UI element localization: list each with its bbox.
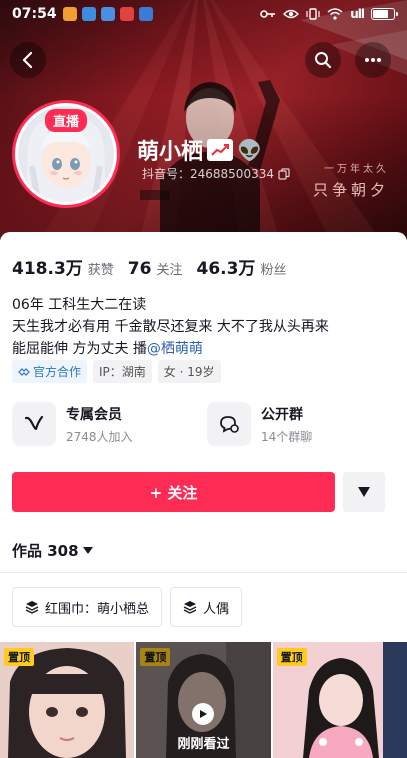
triangle-down-icon [358,487,370,497]
just-watched-label: 刚刚看过 [177,737,230,752]
service-subtitle: 14个群聊 [261,429,313,444]
action-row: + 关注 [12,472,385,512]
public-group-entry[interactable]: 公开群 14个群聊 [207,402,402,446]
works-tab[interactable]: 作品 308 [12,540,93,561]
nickname-text: 萌小栖 [137,140,204,165]
banner-slogan: 一万年太久 只争朝夕 [313,160,389,200]
bio-mention-link[interactable]: @栖萌萌 [147,341,203,357]
stat-likes[interactable]: 418.3万 获赞 [12,254,114,279]
membership-v-icon [12,402,56,446]
copy-icon[interactable] [278,167,290,180]
service-subtitle: 2748人加入 [66,429,133,444]
signal-icon: ull [350,7,365,21]
slogan-large: 只争朝夕 [312,181,389,199]
notification-app-icon [62,7,77,21]
profile-tags: 官方合作 IP：湖南 女 · 19岁 [12,360,221,383]
status-bar: 07:54 ull [0,0,407,28]
collection-chip[interactable]: 红围巾：萌小栖总 [12,587,163,627]
stat-label: 获赞 [87,263,114,278]
profile-card: 418.3万 获赞 76 关注 46.3万 粉丝 06年 工科生大二在读 天生我… [0,232,407,758]
divider [0,572,407,573]
services-row: 专属会员 2748人加入 公开群 14个群聊 [12,402,402,446]
stat-followers[interactable]: 46.3万 粉丝 [196,254,286,279]
bio: 06年 工科生大二在读 天生我才必有用 千金散尽还复来 大不了我从头再来 能屈能… [12,294,397,360]
collection-label: 红围巾：萌小栖总 [45,601,150,617]
stat-number: 76 [127,259,152,279]
video-thumbnail[interactable]: 置顶 刚刚看过 [136,642,271,758]
bio-line: 能屈能伸 方为丈夫 播@栖萌萌 [12,338,397,360]
battery-icon [371,8,398,20]
nickname: 萌小栖 👽 [137,134,262,166]
layers-icon [25,601,39,614]
handshake-icon [18,367,30,376]
key-icon [260,10,276,18]
stat-label: 粉丝 [260,263,287,278]
ip-location-tag: IP：湖南 [93,360,152,383]
follow-button-label: + 关注 [149,483,198,502]
layers-icon [183,601,197,614]
back-button[interactable] [10,42,46,78]
bio-line: 06年 工科生大二在读 [12,297,147,313]
bio-line: 天生我才必有用 千金散尽还复来 大不了我从头再来 [12,319,329,335]
stat-label: 关注 [156,263,183,278]
video-grid: 置顶 置顶 刚刚看过 置顶 [0,642,407,758]
vibrate-icon [306,8,320,20]
alien-emoji-icon: 👽 [237,138,262,162]
just-watched-overlay: 刚刚看过 [136,642,271,758]
official-partner-tag[interactable]: 官方合作 [12,360,88,383]
play-icon [192,703,215,725]
video-thumbnail[interactable]: 置顶 [272,642,407,758]
stats-row: 418.3万 获赞 76 关注 46.3万 粉丝 [12,254,286,279]
service-title: 专属会员 [66,406,122,423]
service-title: 公开群 [261,406,303,423]
chart-up-emoji-icon [207,139,234,161]
douyin-id-text: 抖音号：24688500334 [142,167,274,181]
slogan-small: 一万年太久 [324,164,389,175]
eye-icon [283,9,300,19]
stat-following[interactable]: 76 关注 [128,259,183,279]
collection-label: 人偶 [203,601,230,617]
stat-number: 418.3万 [12,259,83,279]
live-badge: 直播 [44,109,88,132]
gender-age-tag: 女 · 19岁 [157,360,221,383]
douyin-id[interactable]: 抖音号：24688500334 [142,165,290,182]
recommend-toggle-button[interactable] [343,472,385,512]
group-chat-icon [207,402,251,446]
pinned-badge: 置顶 [4,648,34,666]
notification-app-icon [100,7,115,21]
search-button[interactable] [305,42,341,78]
more-button[interactable] [355,42,391,78]
works-label: 作品 308 [12,542,79,560]
collections-row: 红围巾：萌小栖总 人偶 [12,587,243,627]
chevron-left-icon [22,52,33,68]
caret-down-icon [82,547,93,554]
status-time: 07:54 [12,6,57,22]
exclusive-membership-entry[interactable]: 专属会员 2748人加入 [12,402,207,446]
tag-label: 官方合作 [33,365,82,379]
bio-line-text: 能屈能伸 方为丈夫 播 [12,341,147,357]
pinned-badge: 置顶 [276,648,307,666]
video-thumbnail[interactable]: 置顶 [0,642,135,758]
notification-app-icon [81,7,96,21]
stat-number: 46.3万 [196,259,256,279]
notification-app-icon [119,7,134,21]
search-icon [315,52,332,69]
notification-app-icon [138,7,153,21]
follow-button[interactable]: + 关注 [12,472,335,512]
more-horizontal-icon [365,58,381,62]
wifi-icon [327,8,343,20]
collection-chip[interactable]: 人偶 [170,587,243,627]
avatar-button[interactable]: 直播 [12,100,120,208]
